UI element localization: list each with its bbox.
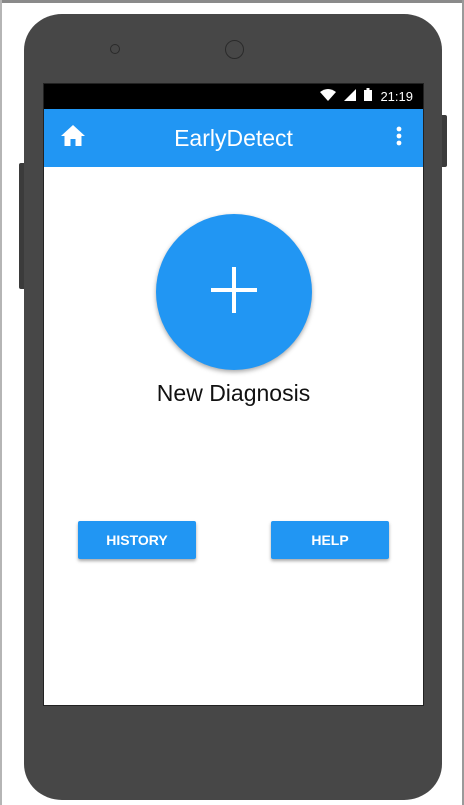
status-time: 21:19 [380, 89, 413, 104]
signal-icon [344, 88, 357, 106]
plus-icon [211, 266, 257, 318]
sensor-dot [110, 44, 120, 54]
help-button[interactable]: HELP [271, 521, 389, 559]
app-title: EarlyDetect [174, 125, 293, 151]
front-camera [225, 40, 244, 59]
status-icons: 21:19 [320, 84, 413, 109]
home-icon [60, 124, 86, 152]
mockup-frame: 21:19 EarlyDetect New Diagnosis HISTORY … [0, 0, 464, 805]
new-diagnosis-button[interactable] [156, 214, 312, 370]
overflow-menu-button[interactable] [389, 123, 409, 153]
battery-icon [364, 87, 373, 106]
frame-left-edge [0, 0, 2, 805]
app-bar: EarlyDetect [44, 109, 423, 167]
new-diagnosis-label: New Diagnosis [156, 380, 311, 406]
wifi-icon [320, 88, 337, 106]
status-bar: 21:19 [44, 84, 423, 109]
frame-top-edge [0, 0, 464, 3]
more-vert-icon [396, 126, 402, 151]
phone-screen: 21:19 EarlyDetect New Diagnosis HISTORY … [43, 83, 424, 706]
home-button[interactable] [58, 123, 88, 153]
history-button[interactable]: HISTORY [78, 521, 196, 559]
